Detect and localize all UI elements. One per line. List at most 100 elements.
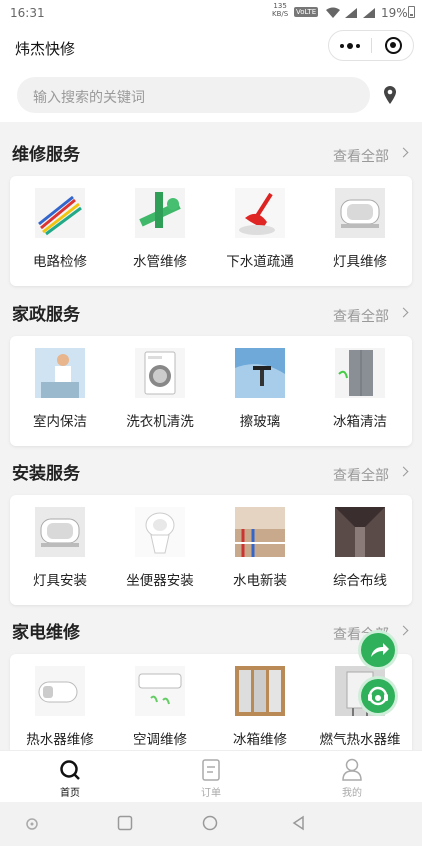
service-item-indoor-cleaning[interactable]: 室内保洁: [10, 336, 110, 446]
section-header-install: 安装服务 查看全部: [0, 449, 422, 489]
service-label: 室内保洁: [33, 414, 87, 430]
tab-home[interactable]: 首页: [0, 751, 140, 803]
capsule-divider: [371, 38, 372, 53]
chevron-right-icon[interactable]: [398, 307, 409, 318]
battery-icon: [408, 6, 415, 18]
recent-apps-icon[interactable]: [117, 815, 133, 831]
tab-orders[interactable]: 订单: [141, 751, 281, 803]
search-input[interactable]: 输入搜索的关键词: [17, 77, 370, 113]
more-icon[interactable]: [329, 31, 371, 60]
service-item-gas-heater[interactable]: 燃气热水器维: [310, 654, 410, 764]
tab-mine[interactable]: 我的: [282, 751, 422, 803]
wires-image: [35, 188, 85, 238]
share-icon: [371, 643, 389, 657]
service-card-install: 灯具安装 坐便器安装 水电新装 综合布线: [10, 495, 412, 605]
customer-service-button[interactable]: [361, 679, 395, 713]
service-label: 电路检修: [33, 254, 87, 270]
air-conditioner-image: [135, 666, 185, 716]
cable-rack-image: [335, 507, 385, 557]
service-item-toilet[interactable]: 坐便器安装: [110, 495, 210, 605]
status-bar: 16:31 135 KB/S VoLTE 19%: [0, 0, 422, 26]
share-button[interactable]: [361, 633, 395, 667]
chevron-right-icon[interactable]: [398, 625, 409, 636]
service-label: 冰箱清洁: [333, 414, 387, 430]
fridge-image: [335, 348, 385, 398]
page-title: 炜杰快修: [15, 40, 76, 58]
service-item-lamp-install[interactable]: 灯具安装: [10, 495, 110, 605]
service-label: 热水器维修: [26, 732, 94, 748]
service-item-window[interactable]: 擦玻璃: [210, 336, 310, 446]
person-icon: [342, 758, 362, 781]
view-all-link[interactable]: 查看全部: [333, 306, 389, 326]
pipes-image: [135, 188, 185, 238]
section-title: 家政服务: [12, 305, 80, 325]
service-card-repair: 电路检修 水管维修 下水道疏通 灯具维修: [10, 176, 412, 286]
window-wiper-image: [235, 348, 285, 398]
service-label: 灯具安装: [33, 573, 87, 589]
service-item-pipe[interactable]: 水管维修: [110, 176, 210, 286]
service-label: 燃气热水器维: [319, 732, 401, 748]
cleaner-image: [35, 348, 85, 398]
service-item-water-heater[interactable]: 热水器维修: [10, 654, 110, 764]
view-all-link[interactable]: 查看全部: [333, 146, 389, 166]
toilet-image: [135, 507, 185, 557]
view-all-link[interactable]: 查看全部: [333, 465, 389, 485]
service-label: 坐便器安装: [126, 573, 194, 589]
service-item-circuit[interactable]: 电路检修: [10, 176, 110, 286]
section-header-housekeeping: 家政服务 查看全部: [0, 290, 422, 330]
service-item-washer-cleaning[interactable]: 洗衣机清洗: [110, 336, 210, 446]
wifi-icon: [326, 7, 340, 18]
ceiling-lamp-image: [335, 188, 385, 238]
service-item-fridge-cleaning[interactable]: 冰箱清洁: [310, 336, 410, 446]
service-label: 擦玻璃: [239, 414, 281, 430]
mini-program-capsule: [328, 30, 414, 61]
plunger-image: [235, 188, 285, 238]
service-label: 水电新装: [233, 573, 287, 589]
service-item-fridge-repair[interactable]: 冰箱维修: [210, 654, 310, 764]
section-title: 家电维修: [12, 623, 80, 643]
assistant-dot-icon[interactable]: [24, 816, 40, 832]
section-title: 安装服务: [12, 464, 80, 484]
service-item-utility-install[interactable]: 水电新装: [210, 495, 310, 605]
service-item-drain[interactable]: 下水道疏通: [210, 176, 310, 286]
search-bar: 输入搜索的关键词: [0, 68, 422, 122]
service-label: 灯具维修: [333, 254, 387, 270]
search-home-icon: [60, 760, 80, 780]
volte-badge: VoLTE: [294, 7, 319, 17]
service-label: 水管维修: [133, 254, 187, 270]
signal-icon: [345, 8, 357, 18]
section-header-repair: 维修服务 查看全部: [0, 130, 422, 170]
service-item-ac[interactable]: 空调维修: [110, 654, 210, 764]
service-label: 空调维修: [133, 732, 187, 748]
net-speed: 135 KB/S: [272, 2, 289, 18]
service-label: 冰箱维修: [233, 732, 287, 748]
section-header-appliance: 家电维修 查看全部: [0, 608, 422, 648]
chevron-right-icon[interactable]: [398, 466, 409, 477]
service-item-cabling[interactable]: 综合布线: [310, 495, 410, 605]
service-label: 下水道疏通: [226, 254, 294, 270]
back-triangle-icon[interactable]: [291, 815, 307, 831]
service-card-appliance: 热水器维修 空调维修 冰箱维修 燃气热水器维: [10, 654, 412, 764]
order-icon: [202, 759, 220, 781]
chevron-right-icon[interactable]: [398, 147, 409, 158]
washing-machine-image: [135, 348, 185, 398]
tab-bar: 首页 订单 我的: [0, 750, 422, 802]
service-card-housekeeping: 室内保洁 洗衣机清洗 擦玻璃 冰箱清洁: [10, 336, 412, 446]
ceiling-lamp-image: [35, 507, 85, 557]
fridge-repair-image: [235, 666, 285, 716]
status-time: 16:31: [10, 6, 45, 20]
water-heater-image: [35, 666, 85, 716]
service-label: 综合布线: [333, 573, 387, 589]
location-pin-icon[interactable]: [383, 85, 397, 105]
home-circle-icon[interactable]: [202, 815, 218, 831]
system-nav-bar: [0, 802, 422, 846]
tab-label: 首页: [60, 788, 80, 799]
tab-label: 我的: [342, 788, 362, 799]
phone-screen: 16:31 135 KB/S VoLTE 19% 炜杰快修 输入搜索的关键词 维…: [0, 0, 422, 846]
section-title: 维修服务: [12, 145, 80, 165]
signal-icon-2: [363, 8, 375, 18]
service-label: 洗衣机清洗: [126, 414, 194, 430]
tab-label: 订单: [201, 788, 221, 799]
target-icon[interactable]: [385, 37, 402, 54]
service-item-lamp-repair[interactable]: 灯具维修: [310, 176, 410, 286]
